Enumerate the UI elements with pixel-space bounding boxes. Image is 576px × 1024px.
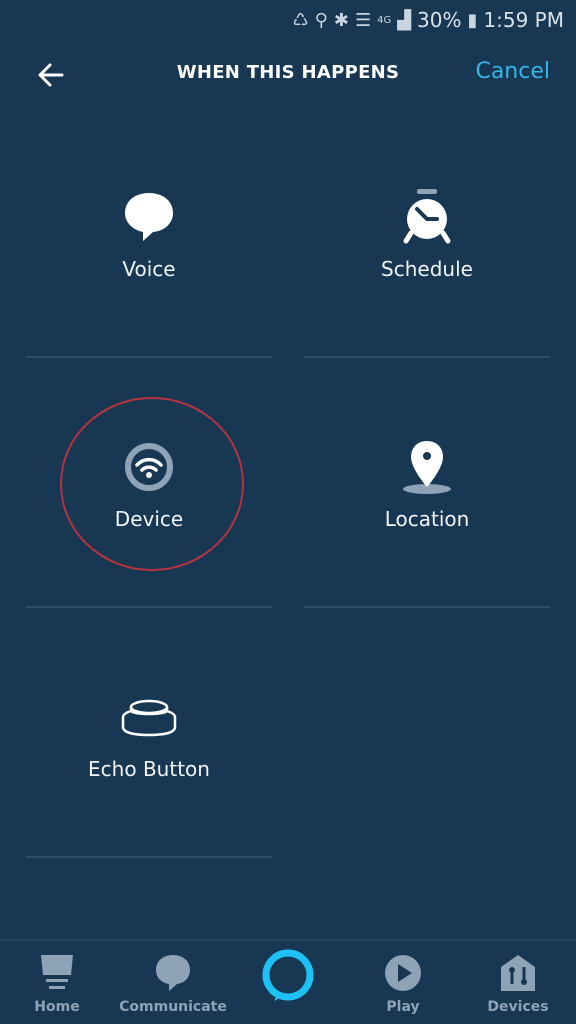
nav-label: Devices	[487, 999, 549, 1015]
trigger-label: Echo Button	[88, 757, 210, 781]
trigger-echo-button[interactable]: Echo Button	[26, 610, 272, 858]
clock: 1:59 PM	[483, 8, 564, 32]
speech-bubble-icon	[125, 193, 173, 241]
play-icon	[385, 955, 421, 991]
devices-icon	[501, 955, 535, 991]
nav-label: Communicate	[119, 999, 227, 1015]
cancel-button[interactable]: Cancel	[475, 59, 550, 84]
status-bar: ♺ ⚲ ✱ ☰ 4G ▟ 30% ▮ 1:59 PM	[0, 0, 576, 40]
lte-icon: 4G	[377, 14, 392, 26]
trigger-location[interactable]: Location	[304, 360, 550, 608]
nav-label: Play	[386, 999, 420, 1015]
trigger-voice[interactable]: Voice	[26, 110, 272, 358]
map-pin-icon	[403, 441, 451, 494]
nav-play[interactable]: Play	[348, 941, 458, 1024]
nav-devices[interactable]: Devices	[463, 941, 573, 1024]
wifi-icon: ☰	[354, 9, 372, 31]
communicate-icon	[156, 955, 190, 991]
trigger-label: Schedule	[381, 257, 473, 281]
home-icon	[41, 955, 73, 989]
location-icon: ⚲	[314, 9, 328, 31]
signal-icon: ▟	[397, 9, 412, 31]
bluetooth-icon: ✱	[333, 9, 349, 31]
divider	[26, 356, 272, 358]
highlight-annotation	[60, 397, 244, 571]
trigger-label: Location	[384, 507, 470, 531]
divider	[304, 606, 550, 608]
data-saver-icon: ♺	[292, 9, 309, 31]
nav-alexa[interactable]	[233, 941, 343, 1024]
alexa-ring-icon	[262, 949, 314, 1001]
echo-button-icon	[121, 699, 177, 737]
battery-level: 30%	[417, 8, 462, 32]
nav-home[interactable]: Home	[2, 941, 112, 1024]
header: WHEN THIS HAPPENS Cancel	[0, 48, 576, 102]
battery-icon: ▮	[467, 9, 478, 31]
alarm-clock-icon	[403, 189, 451, 244]
divider	[26, 606, 272, 608]
bottom-nav: Home Communicate Play Devices	[0, 939, 576, 1024]
trigger-label: Voice	[122, 257, 176, 281]
nav-communicate[interactable]: Communicate	[118, 941, 228, 1024]
divider	[304, 356, 550, 358]
trigger-schedule[interactable]: Schedule	[304, 110, 550, 358]
divider	[26, 856, 272, 858]
nav-label: Home	[34, 999, 80, 1015]
